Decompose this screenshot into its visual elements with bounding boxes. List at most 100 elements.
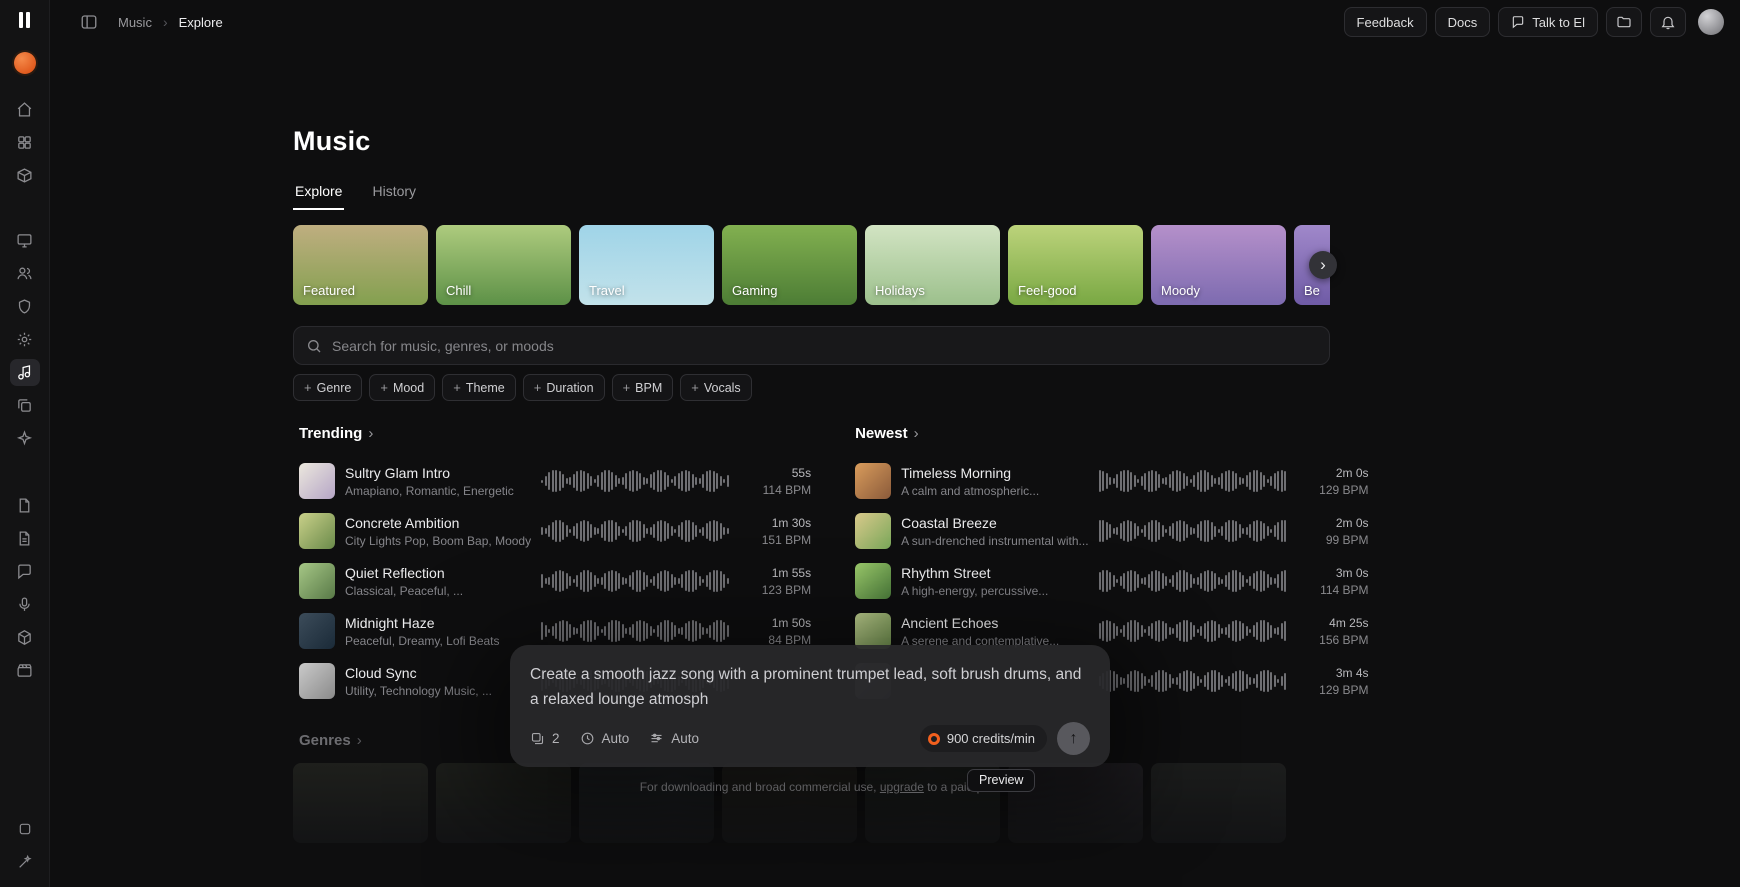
sidebar-item-home[interactable] [10,96,40,123]
sidebar-item-dubbing[interactable] [10,591,40,618]
sidebar-item-music[interactable] [9,359,40,386]
duration-control[interactable]: Auto [580,731,630,746]
panel-toggle-button[interactable] [74,9,104,36]
talk-to-el-button[interactable]: Talk to El [1498,7,1598,37]
filter-chip[interactable]: + Mood [369,374,436,401]
genre-card[interactable] [436,763,571,843]
sidebar-item-safety[interactable] [10,293,40,320]
sidebar-item-support[interactable] [10,558,40,585]
genre-card[interactable] [1151,763,1286,843]
sidebar-item-stop[interactable] [10,815,40,842]
notifications-button[interactable] [1650,7,1686,37]
track-subtitle: A high-energy, percussive... [901,583,1049,598]
filter-chip[interactable]: + Genre [293,374,363,401]
trending-header[interactable]: Trending › [293,425,813,442]
waveform[interactable] [541,618,741,644]
generate-button[interactable]: ↑ [1057,722,1090,755]
waveform[interactable] [541,568,741,594]
genre-card[interactable] [722,763,857,843]
track-bpm: 151 BPM [761,532,812,547]
track-thumbnail [299,663,335,699]
genre-card-row [293,763,1330,843]
track-row[interactable]: Timeless Morning A calm and atmospheric.… [849,456,1370,506]
sidebar-item-integrations[interactable] [10,624,40,651]
sidebar-item-settings[interactable] [10,326,40,353]
track-row[interactable]: Rhythm Street A high-energy, percussive.… [849,556,1370,606]
sidebar-item-projects[interactable] [10,392,40,419]
track-row[interactable]: Quiet Reflection Classical, Peaceful, ..… [293,556,813,606]
track-thumbnail [299,513,335,549]
waveform[interactable] [1098,468,1299,494]
genre-card[interactable] [579,763,714,843]
filter-chip[interactable]: + Duration [522,374,605,401]
waveform[interactable] [1098,668,1299,694]
carousel-next-button[interactable]: › [1309,251,1337,279]
category-card[interactable]: Travel [579,225,714,305]
track-row[interactable]: Sultry Glam Intro Amapiano, Romantic, En… [293,456,813,506]
category-card[interactable]: Feel-good [1008,225,1143,305]
upgrade-link[interactable]: upgrade [880,780,924,794]
waveform[interactable] [1098,568,1299,594]
track-row[interactable]: Coastal Breeze A sun-drenched instrument… [849,506,1370,556]
sidebar-item-apps[interactable] [10,129,40,156]
waveform[interactable] [1098,518,1299,544]
track-bpm: 99 BPM [1325,532,1369,547]
panel-toggle-icon [81,15,97,29]
category-label: Chill [446,283,472,298]
workspace-avatar[interactable] [13,52,36,74]
track-duration: 4m 25s [1329,615,1369,630]
files-button[interactable] [1606,7,1642,37]
sidebar-item-docs[interactable] [10,492,40,519]
sidebar-item-video[interactable] [10,657,40,684]
filter-chip[interactable]: + BPM [611,374,674,401]
music-note-icon [18,365,31,380]
track-title: Ancient Echoes [901,614,999,631]
genre-card[interactable] [293,763,428,843]
generation-count-control[interactable]: 2 [530,731,560,746]
waveform[interactable] [1098,618,1299,644]
folder-icon [1617,16,1631,28]
category-card[interactable]: Holidays [865,225,1000,305]
credits-badge[interactable]: 900 credits/min [919,725,1047,752]
chevron-right-icon: › [162,14,168,30]
track-thumbnail [855,613,892,649]
feedback-button[interactable]: Feedback [1343,7,1427,37]
filter-label: Vocals [703,380,741,395]
format-control[interactable]: Auto [649,731,699,746]
track-bpm: 129 BPM [1319,682,1369,697]
sidebar-item-library[interactable] [10,162,40,189]
plus-icon: + [380,380,388,395]
category-card[interactable]: Gaming [722,225,857,305]
track-row[interactable]: Concrete Ambition City Lights Pop, Boom … [293,506,813,556]
waveform[interactable] [541,518,741,544]
category-card[interactable]: Moody [1151,225,1286,305]
wand-icon [18,854,32,868]
track-bpm: 114 BPM [1320,582,1369,597]
waveform[interactable] [541,468,741,494]
credits-icon [927,732,940,745]
category-card[interactable]: Featured [293,225,428,305]
breadcrumb-music[interactable]: Music [118,15,152,30]
category-label: Holidays [875,283,925,298]
prompt-input[interactable]: Create a smooth jazz song with a promine… [530,662,1090,714]
tab-explore[interactable]: Explore [293,179,345,210]
filter-chip[interactable]: + Theme [442,374,516,401]
duration-value: Auto [601,731,630,746]
filter-bar: + Genre + Mood + Theme + Duration + BPM … [293,374,1330,401]
sidebar-item-assistant[interactable] [10,848,40,875]
category-card[interactable]: Chill [436,225,571,305]
filter-chip[interactable]: + Vocals [680,374,752,401]
elevenlabs-logo[interactable] [19,12,30,28]
sidebar-item-notes[interactable] [10,525,40,552]
docs-button[interactable]: Docs [1434,7,1491,37]
sidebar-item-voices[interactable] [10,260,40,287]
user-avatar[interactable] [1698,9,1724,35]
plus-icon: + [453,380,461,395]
tab-bar: Explore History [293,179,1330,210]
preview-tooltip[interactable]: Preview [967,769,1036,792]
sidebar-item-studio[interactable] [10,227,40,254]
tab-history[interactable]: History [370,179,418,210]
sidebar-item-effects[interactable] [10,425,40,452]
search-input[interactable] [332,337,1329,354]
newest-header[interactable]: Newest › [849,425,1370,442]
